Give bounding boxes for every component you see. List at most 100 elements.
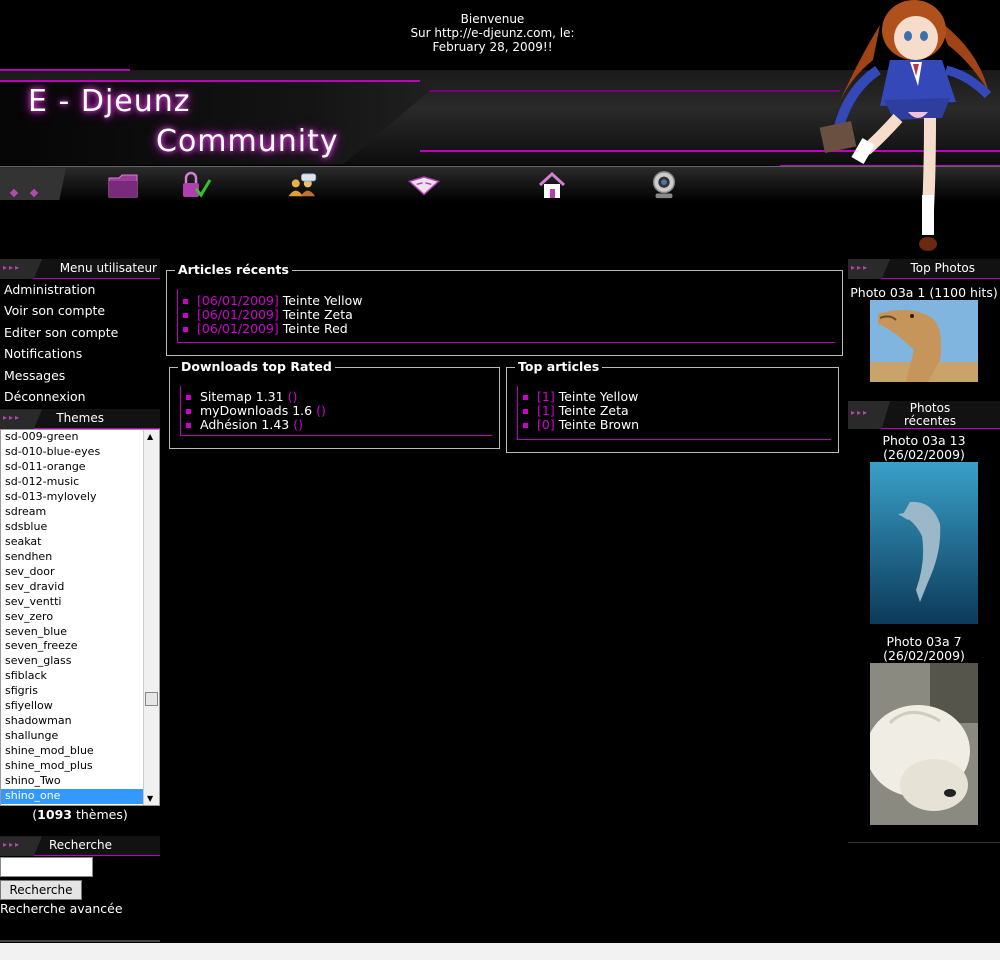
camel-photo[interactable] [870,300,978,382]
article-date[interactable]: [06/01/2009] [197,321,279,336]
download-name[interactable]: Sitemap 1.31 [200,389,284,404]
theme-option[interactable]: sfiyellow [1,699,144,714]
block-arrows-icon: ▸▸▸ [851,408,870,417]
advanced-search-link[interactable]: Recherche avancée [0,901,160,916]
theme-option[interactable]: sd-010-blue-eyes [1,445,144,460]
theme-option[interactable]: sendhen [1,550,144,565]
recent-articles-list: [06/01/2009] Teinte Yellow [06/01/2009] … [177,289,835,343]
menu-item-administration[interactable]: Administration [0,279,160,300]
theme-option[interactable]: sdsblue [1,520,144,535]
theme-count-number: 1093 [37,807,72,823]
download-name[interactable]: myDownloads 1.6 [200,403,312,418]
article-date[interactable]: [06/01/2009] [197,293,279,308]
bullet-icon [523,409,528,414]
block-arrows-icon: ▸▸▸ [3,840,22,850]
list-item[interactable]: [1] Teinte Yellow [518,390,831,404]
recent-photos-header: ▸▸▸ Photos récentes [848,401,1000,429]
menu-item-messages[interactable]: Messages [0,365,160,386]
photo-caption[interactable]: Photo 03a 1 (1100 hits) [848,286,1000,300]
list-item[interactable]: myDownloads 1.6 () [181,404,492,418]
list-item[interactable]: [0] Teinte Brown [518,418,831,432]
list-item[interactable]: [06/01/2009] Teinte Red [178,322,835,336]
article-title[interactable]: Teinte Red [283,321,348,336]
download-count: () [293,417,303,432]
theme-option[interactable]: seven_glass [1,654,144,669]
article-title[interactable]: Teinte Yellow [283,293,363,308]
theme-option[interactable]: shino_one [1,788,144,804]
scrollbar-thumb[interactable] [145,692,158,707]
article-count: [1] [537,389,555,404]
theme-option[interactable]: sd-011-orange [1,460,144,475]
theme-option[interactable]: shadowman [1,714,144,729]
theme-option[interactable]: shine_mod_blue [1,744,144,759]
scroll-down-icon[interactable]: ▼ [147,794,153,803]
theme-option[interactable]: sd-013-mylovely [1,490,144,505]
users-chat-icon[interactable] [287,170,319,200]
downloads-title: Downloads top Rated [178,359,335,374]
bullet-icon [186,395,191,400]
theme-option[interactable]: sev_door [1,565,144,580]
list-item[interactable]: [06/01/2009] Teinte Zeta [178,308,835,322]
theme-option[interactable]: sev_dravid [1,580,144,595]
menu-item-logout[interactable]: Déconnexion [0,386,160,407]
banner-stripe [400,90,840,92]
theme-option[interactable]: seven_blue [1,625,144,640]
article-title[interactable]: Teinte Zeta [559,403,629,418]
welcome-line: Sur http://e-djeunz.com, le: [410,26,575,40]
theme-option[interactable]: shallunge [1,729,144,744]
article-date[interactable]: [06/01/2009] [197,307,279,322]
book-icon[interactable] [408,170,440,200]
theme-list-scrollbar[interactable]: ▲ ▼ [143,430,159,806]
user-menu-title: Menu utilisateur [59,261,157,275]
theme-option[interactable]: shino_Two [1,774,144,789]
search-input[interactable] [0,857,93,878]
site-logo-line2[interactable]: Community [156,124,339,159]
theme-option[interactable]: sd-012-music [1,475,144,490]
theme-option[interactable]: sd-009-green [1,430,144,445]
bullet-icon [183,299,188,304]
theme-option[interactable]: sfiblack [1,669,144,684]
theme-option[interactable]: sev_zero [1,610,144,625]
bullet-icon [183,313,188,318]
menu-item-view-account[interactable]: Voir son compte [0,300,160,321]
recent-articles-box: Articles récents [06/01/2009] Teinte Yel… [166,262,843,356]
article-title[interactable]: Teinte Zeta [283,307,353,322]
polar-bear-photo[interactable] [870,663,978,825]
list-item[interactable]: [1] Teinte Zeta [518,404,831,418]
webcam-icon[interactable] [648,170,680,200]
menu-item-notifications[interactable]: Notifications [0,343,160,364]
top-articles-box: Top articles [1] Teinte Yellow [1] Teint… [506,359,839,453]
banner-stripe [0,80,420,82]
scroll-up-icon[interactable]: ▲ [147,432,153,441]
article-title[interactable]: Teinte Brown [559,417,639,432]
article-title[interactable]: Teinte Yellow [559,389,639,404]
dolphin-photo[interactable] [870,462,978,624]
bullet-icon [183,327,188,332]
list-item[interactable]: Adhésion 1.43 () [181,418,492,432]
top-articles-title: Top articles [515,359,603,374]
download-name[interactable]: Adhésion 1.43 [200,417,289,432]
menu-item-edit-account[interactable]: Editer son compte [0,322,160,343]
theme-select-list[interactable]: sd-009-green sd-010-blue-eyes sd-011-orang… [0,429,160,807]
home-icon[interactable] [536,170,568,200]
download-count: () [287,389,298,404]
photo-caption[interactable]: Photo 03a 7 (26/02/2009) [848,635,1000,663]
theme-option[interactable]: sev_ventti [1,595,144,610]
list-item[interactable]: [06/01/2009] Teinte Yellow [178,294,835,308]
photo-caption[interactable]: Photo 03a 13 (26/02/2009) [848,434,1000,462]
list-item[interactable]: Sitemap 1.31 () [181,390,492,404]
search-block: ▸▸▸ Recherche Recherche Recherche avancé… [0,836,160,916]
theme-option[interactable]: shine_mod_plus [1,759,144,774]
downloads-list: Sitemap 1.31 () myDownloads 1.6 () Adhés… [180,386,492,436]
theme-option[interactable]: seven_freeze [1,639,144,654]
welcome-date: February 28, 2009!! [432,40,553,54]
theme-option[interactable]: sfigris [1,684,144,699]
theme-option[interactable]: sdream [1,505,144,520]
lock-check-icon[interactable] [180,170,212,200]
site-header: Bienvenue Sur http://e-djeunz.com, le: F… [0,0,1000,258]
site-logo-line1[interactable]: E - Djeunz [28,84,191,119]
top-articles-list: [1] Teinte Yellow [1] Teinte Zeta [0] Te… [517,386,831,440]
theme-option[interactable]: seakat [1,535,144,550]
folder-icon[interactable] [107,170,139,200]
search-button[interactable]: Recherche [0,880,82,901]
